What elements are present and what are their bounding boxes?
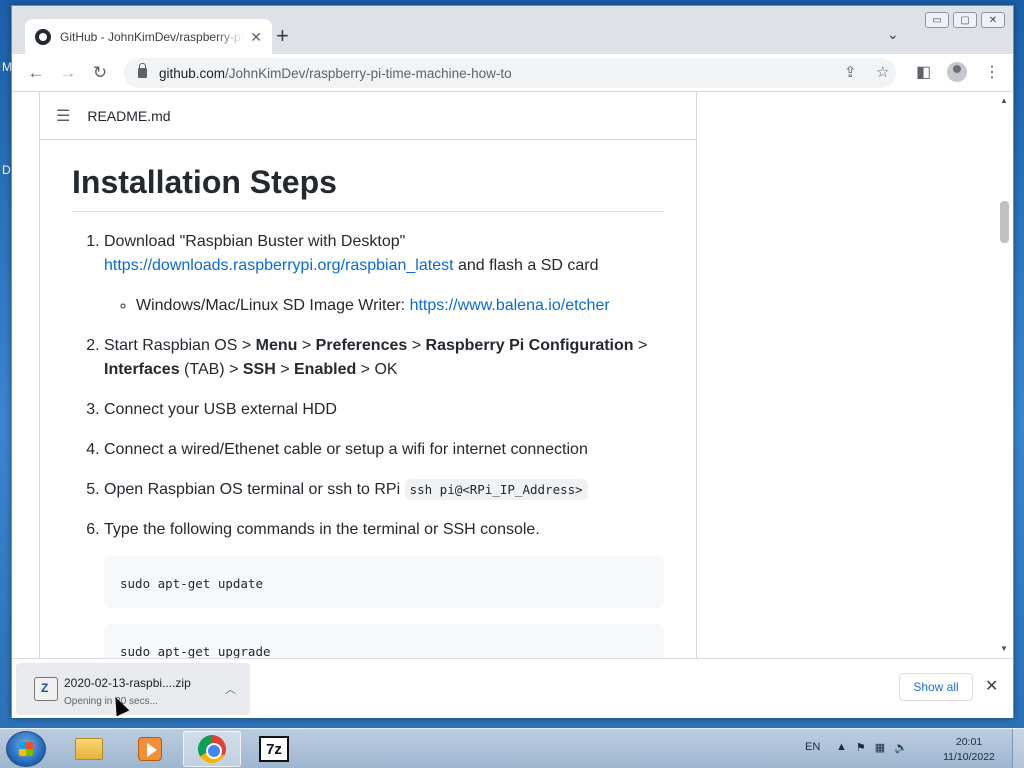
taskbar-7zip[interactable]: 7z <box>245 731 303 767</box>
page-content: ☰ README.md Installation Steps Download … <box>12 92 995 658</box>
network-icon[interactable]: ▦ <box>875 741 885 754</box>
tab-close-button[interactable]: ✕ <box>250 29 262 46</box>
bookmark-star-icon[interactable]: ☆ <box>876 63 889 81</box>
readme-header: ☰ README.md <box>40 92 696 140</box>
7zip-icon: 7z <box>259 736 289 762</box>
menu-kebab-icon[interactable]: ⋮ <box>984 62 1000 82</box>
raspbian-download-link[interactable]: https://downloads.raspberrypi.org/raspbi… <box>104 257 454 274</box>
readme-container: ☰ README.md Installation Steps Download … <box>39 92 697 658</box>
scrollbar-thumb[interactable] <box>1000 201 1009 243</box>
list-item: Download "Raspbian Buster with Desktop" … <box>104 230 664 318</box>
chevron-up-icon[interactable]: ︿ <box>225 681 236 697</box>
download-item[interactable]: 2020-02-13-raspbi....zip Opening in 20 s… <box>16 663 250 715</box>
sub-list: Windows/Mac/Linux SD Image Writer: https… <box>104 294 664 318</box>
reload-button[interactable]: ↻ <box>88 61 112 85</box>
language-indicator[interactable]: EN <box>805 741 820 753</box>
taskbar-media-player[interactable] <box>121 731 179 767</box>
tab-strip: GitHub - JohnKimDev/raspberry-pi-time-ma… <box>12 6 1013 55</box>
start-button[interactable] <box>6 731 46 767</box>
minimize-button[interactable]: ▭ <box>925 12 949 28</box>
list-item: Start Raspbian OS > Menu > Preferences >… <box>104 334 664 382</box>
desktop-icon-label: D <box>2 163 11 177</box>
readme-filename: README.md <box>87 107 171 124</box>
window-controls: ▭ ▢ ✕ <box>925 12 1005 28</box>
list-item: Connect a wired/Ethenet cable or setup a… <box>104 438 664 462</box>
chrome-icon <box>198 735 226 763</box>
lock-icon <box>138 63 147 78</box>
steps-list: Download "Raspbian Buster with Desktop" … <box>72 230 664 658</box>
close-window-button[interactable]: ✕ <box>981 12 1005 28</box>
maximize-button[interactable]: ▢ <box>953 12 977 28</box>
browser-tab[interactable]: GitHub - JohnKimDev/raspberry-pi-time-ma… <box>25 19 272 55</box>
url-text[interactable]: github.com/JohnKimDev/raspberry-pi-time-… <box>159 66 512 81</box>
tab-title: GitHub - JohnKimDev/raspberry-pi-time-ma… <box>60 30 244 44</box>
share-icon[interactable]: ⇪ <box>844 63 857 81</box>
profile-avatar[interactable] <box>947 62 967 82</box>
taskbar-explorer[interactable] <box>60 731 118 767</box>
taskbar-chrome[interactable] <box>183 731 241 767</box>
taskbar-clock[interactable]: 20:01 11/10/2022 <box>936 735 1002 765</box>
close-shelf-button[interactable]: ✕ <box>985 676 998 696</box>
zip-file-icon <box>34 677 58 701</box>
new-tab-button[interactable]: + <box>276 24 289 48</box>
address-bar[interactable]: github.com/JohnKimDev/raspberry-pi-time-… <box>124 58 896 88</box>
tray-expand-icon[interactable]: ▲ <box>836 741 847 754</box>
github-icon <box>35 29 51 45</box>
outline-list-icon[interactable]: ☰ <box>56 106 70 126</box>
forward-button[interactable]: → <box>56 61 80 85</box>
clock-time: 20:01 <box>955 736 983 748</box>
folder-icon <box>75 738 103 760</box>
list-item: Windows/Mac/Linux SD Image Writer: https… <box>136 294 664 318</box>
scroll-up-arrow[interactable]: ▲ <box>1000 96 1008 105</box>
browser-toolbar: ← → ↻ github.com/JohnKimDev/raspberry-pi… <box>12 54 1013 92</box>
back-button[interactable]: ← <box>24 61 48 85</box>
browser-window: GitHub - JohnKimDev/raspberry-pi-time-ma… <box>11 5 1014 718</box>
list-item: Open Raspbian OS terminal or ssh to RPi … <box>104 478 664 502</box>
vertical-scrollbar[interactable]: ▲ ▼ <box>995 92 1013 658</box>
code-block[interactable]: sudo apt-get upgrade <box>104 624 664 658</box>
side-panel-icon[interactable]: ◧ <box>916 62 931 82</box>
show-all-button[interactable]: Show all <box>899 673 973 701</box>
taskbar: 7z EN ▲ ⚑ ▦ 🔈 20:01 11/10/2022 <box>0 728 1024 768</box>
list-item: Connect your USB external HDD <box>104 398 664 422</box>
etcher-link[interactable]: https://www.balena.io/etcher <box>410 297 610 314</box>
inline-code: ssh pi@<RPi_IP_Address> <box>404 479 588 500</box>
section-heading: Installation Steps <box>72 140 664 212</box>
flag-icon[interactable]: ⚑ <box>856 741 866 754</box>
tab-search-button[interactable]: ⌄ <box>887 26 899 43</box>
download-shelf: 2020-02-13-raspbi....zip Opening in 20 s… <box>12 658 1013 718</box>
download-filename: 2020-02-13-raspbi....zip <box>64 676 191 690</box>
system-tray: ▲ ⚑ ▦ 🔈 <box>836 741 908 754</box>
markdown-body: Installation Steps Download "Raspbian Bu… <box>72 140 664 658</box>
list-item: Type the following commands in the termi… <box>104 518 664 658</box>
scroll-down-arrow[interactable]: ▼ <box>1000 644 1008 653</box>
clock-date: 11/10/2022 <box>943 751 995 763</box>
media-player-icon <box>138 737 162 761</box>
volume-icon[interactable]: 🔈 <box>894 741 908 754</box>
code-block[interactable]: sudo apt-get update <box>104 556 664 608</box>
show-desktop-button[interactable] <box>1012 729 1024 768</box>
